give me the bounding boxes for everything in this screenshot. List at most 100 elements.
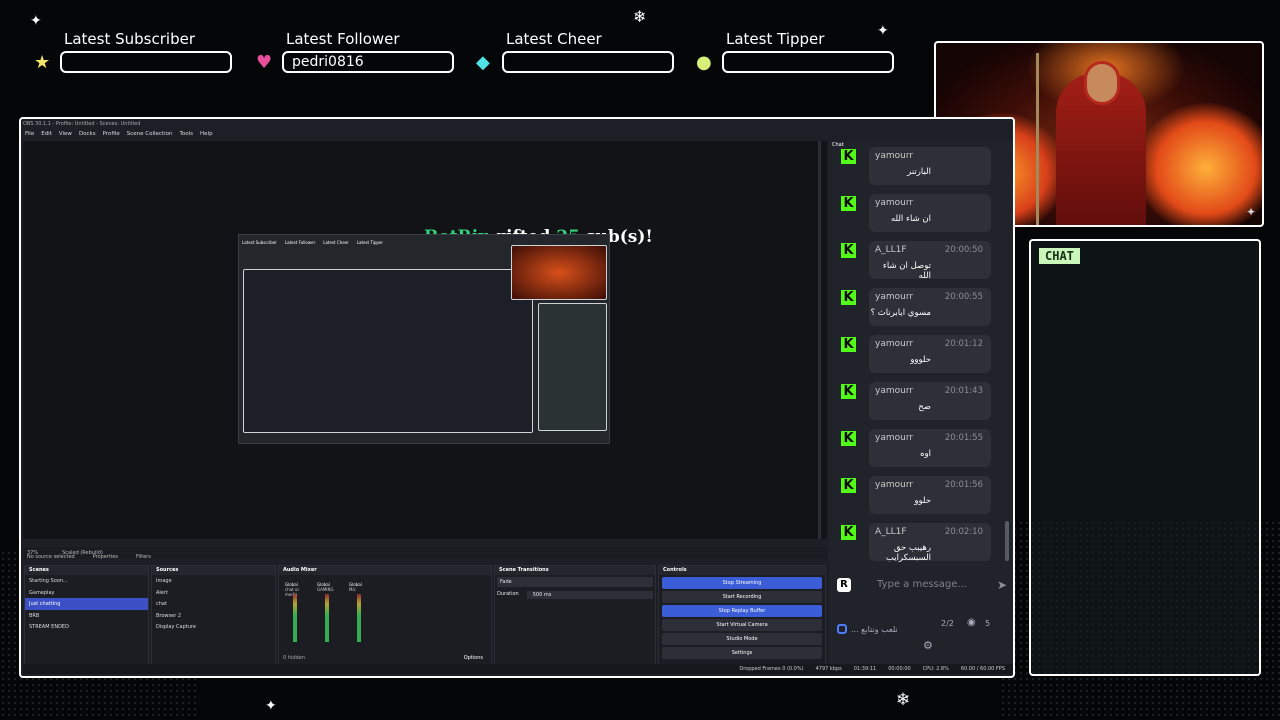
- volume-meter: [357, 594, 361, 642]
- menu-profile[interactable]: Profile: [103, 131, 120, 141]
- record-time: 00:00:00: [888, 666, 911, 672]
- message-bubble: yamourr 20:01:12 حلووو: [869, 335, 991, 373]
- stream-icon: [837, 624, 847, 634]
- sparkle-icon: ✦: [30, 13, 42, 29]
- source-item[interactable]: chat: [152, 598, 275, 610]
- message-user[interactable]: yamourr: [875, 292, 913, 302]
- mixer-channel[interactable]: Global GAMING: [317, 582, 339, 646]
- message-user[interactable]: A_LL1F: [875, 245, 907, 255]
- sparkle-icon: ✦: [265, 698, 277, 714]
- transition-select[interactable]: Fade: [497, 577, 653, 587]
- source-toolbar: No source selected Properties Filters: [23, 551, 827, 563]
- stream-time: 01:39:11: [853, 666, 877, 672]
- menu-view[interactable]: View: [59, 131, 72, 141]
- gear-icon[interactable]: ⚙: [923, 639, 933, 652]
- mixer-channel[interactable]: Global chat or media: [285, 582, 307, 646]
- scene-item[interactable]: Starting Soon...: [25, 575, 148, 587]
- scene-item-selected[interactable]: Just chatting: [25, 598, 148, 610]
- nested-preview: Latest Subscriber Latest Follower Latest…: [238, 234, 610, 444]
- start-recording-button[interactable]: Start Recording: [662, 591, 822, 603]
- message-bubble: A_LL1F 20:02:10 رهيبب حق السبسكرايب: [869, 523, 991, 563]
- scene-item[interactable]: Gameplay: [25, 587, 148, 599]
- mixer-name: GAMING: [317, 587, 334, 592]
- alert-label: Latest Subscriber: [64, 30, 195, 48]
- menu-docks[interactable]: Docks: [79, 131, 96, 141]
- message-text: البارتنر: [907, 167, 931, 177]
- duration-input[interactable]: 500 ms: [526, 591, 653, 599]
- source-item[interactable]: Image: [152, 575, 275, 587]
- message-user[interactable]: yamourr: [875, 198, 913, 208]
- message-bubble: A_LL1F 20:00:50 توصل ان شاء الله: [869, 241, 991, 281]
- chat-footer: ... نلعب ونتابع 2/2 ◉ 5 ⚙: [837, 615, 1009, 655]
- stop-streaming-button[interactable]: Stop Streaming: [662, 577, 822, 589]
- message-user[interactable]: yamourr: [875, 386, 913, 396]
- stop-replay-buffer-button[interactable]: Stop Replay Buffer: [662, 605, 822, 617]
- alert-label: Latest Cheer: [506, 30, 602, 48]
- chat-overlay-tag: CHAT: [1039, 248, 1080, 264]
- scenes-dock: Scenes Starting Soon... Gameplay Just ch…: [24, 565, 149, 665]
- sparkle-icon: ✦: [1245, 205, 1256, 219]
- settings-button[interactable]: Settings: [662, 647, 822, 659]
- chat-scrollbar[interactable]: [1005, 521, 1009, 561]
- filters-button[interactable]: Filters: [136, 554, 151, 560]
- menu-edit[interactable]: Edit: [41, 131, 52, 141]
- source-item[interactable]: Alert: [152, 587, 275, 599]
- volume-meter: [293, 594, 297, 642]
- scene-item[interactable]: STREAM ENDED: [25, 621, 148, 633]
- message-user[interactable]: yamourr: [875, 480, 913, 490]
- scene-item[interactable]: BRB: [25, 610, 148, 622]
- chat-message: K yamourr 20:01:12 حلووو: [841, 335, 996, 375]
- menu-file[interactable]: File: [25, 131, 34, 141]
- start-virtual-camera-button[interactable]: Start Virtual Camera: [662, 619, 822, 631]
- message-user[interactable]: yamourr: [875, 433, 913, 443]
- obs-window-title: OBS 30.1.1 - Profile: Untitled - Scenes:…: [23, 121, 141, 127]
- snowflake-icon: ❄: [896, 690, 911, 710]
- menu-tools[interactable]: Tools: [179, 131, 193, 141]
- message-bubble: yamourr 20:01:43 صح: [869, 382, 991, 420]
- chat-input[interactable]: Type a message...: [877, 579, 967, 590]
- message-text: صح: [918, 402, 931, 412]
- moderator-count: 2/2: [941, 619, 954, 628]
- send-icon[interactable]: ➤: [997, 578, 1007, 592]
- kick-logo-icon: K: [841, 384, 856, 399]
- eye-icon: ◉: [967, 617, 976, 628]
- source-item[interactable]: Display Capture: [152, 621, 275, 633]
- volume-meter: [325, 594, 329, 642]
- message-user[interactable]: yamourr: [875, 339, 913, 349]
- message-user[interactable]: yamourr: [875, 151, 913, 161]
- scene-transitions-dock: Scene Transitions Fade Duration 500 ms: [494, 565, 656, 665]
- kick-logo-icon: K: [841, 196, 856, 211]
- audio-mixer-dock: Audio Mixer Global chat or media Global …: [278, 565, 492, 665]
- chat-message: K yamourr 20:00:55 مسوي ايابرناث ؟: [841, 288, 996, 328]
- chat-message: K yamourr 20:01:55 اوه: [841, 429, 996, 469]
- transitions-title: Scene Transitions: [495, 566, 655, 575]
- chat-message: K yamourr ان شاء الله: [841, 194, 996, 234]
- nested-alert-bar: Latest Subscriber Latest Follower Latest…: [242, 240, 489, 248]
- preview-scrollbar[interactable]: [818, 141, 821, 539]
- botrix-icon[interactable]: R: [837, 578, 851, 592]
- message-text: اوه: [920, 449, 931, 459]
- alert-value: pedri0816: [282, 51, 454, 73]
- message-bubble: yamourr 20:00:55 مسوي ايابرناث ؟: [869, 288, 991, 326]
- sources-title: Sources: [152, 566, 275, 575]
- message-text: حلووو: [910, 355, 931, 365]
- source-item[interactable]: Browser 2: [152, 610, 275, 622]
- mixer-options-button[interactable]: Options: [464, 655, 483, 661]
- menu-help[interactable]: Help: [200, 131, 213, 141]
- obs-preview-canvas[interactable]: BotRix gifted 25 sub(s)! Latest Subscrib…: [23, 141, 827, 539]
- scenes-title: Scenes: [25, 566, 148, 575]
- no-source-label: No source selected: [27, 554, 75, 560]
- studio-mode-button[interactable]: Studio Mode: [662, 633, 822, 645]
- obs-menubar: File Edit View Docks Profile Scene Colle…: [25, 131, 213, 141]
- mixer-channel[interactable]: Global Mic: [349, 582, 371, 646]
- nested-chat-panel: [538, 303, 607, 431]
- message-user[interactable]: A_LL1F: [875, 527, 907, 537]
- nested-webcam: [511, 245, 607, 300]
- obs-window: OBS 30.1.1 - Profile: Untitled - Scenes:…: [19, 117, 1015, 678]
- menu-scene-collection[interactable]: Scene Collection: [127, 131, 173, 141]
- duration-row: Duration 500 ms: [495, 589, 655, 601]
- properties-button[interactable]: Properties: [93, 554, 118, 560]
- kick-chat-dock: Chat K yamourr البارتنر K yamourr ان شاء…: [829, 141, 1013, 669]
- message-time: 20:02:10: [944, 527, 983, 537]
- nested-alert-label: Latest Subscriber: [242, 240, 277, 245]
